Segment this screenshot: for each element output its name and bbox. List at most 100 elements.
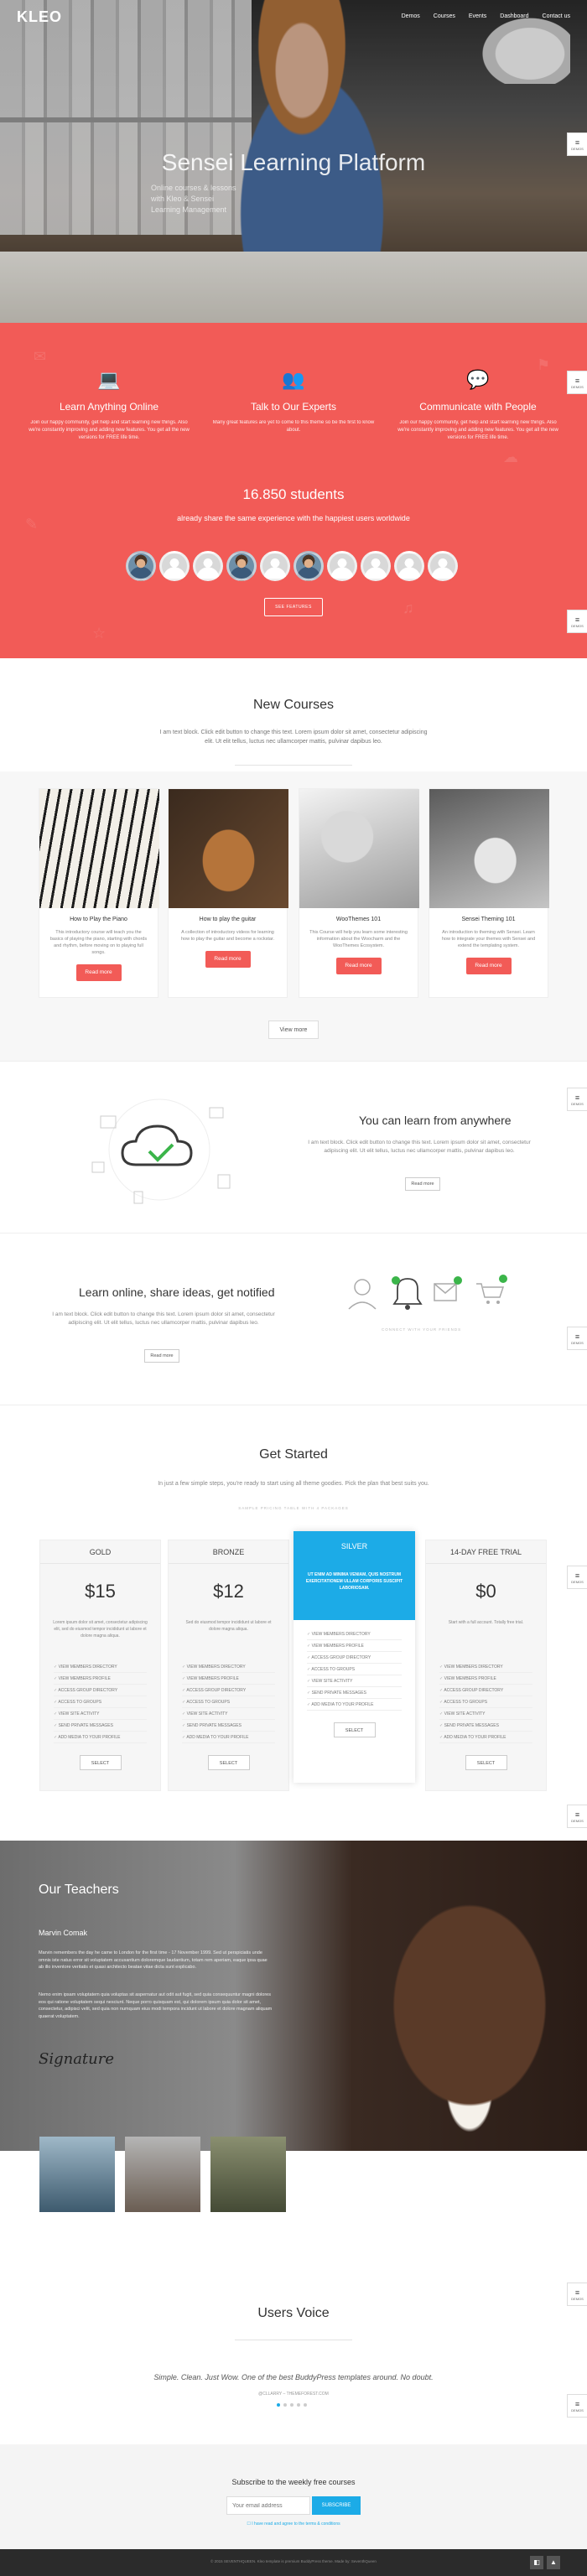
read-more-button[interactable]: Read more xyxy=(75,964,122,981)
widget-label: DEMOS xyxy=(571,623,584,628)
plan-feature: SEND PRIVATE MESSAGES xyxy=(182,1720,275,1732)
scroll-top-button[interactable]: ▲ xyxy=(547,2556,560,2569)
teacher-thumb[interactable] xyxy=(210,2137,286,2212)
read-more-button[interactable]: Read more xyxy=(465,958,512,974)
plan-feature: VIEW MEMBERS PROFILE xyxy=(307,1640,402,1652)
plan-feature: SEND PRIVATE MESSAGES xyxy=(54,1720,147,1732)
select-button[interactable]: SELECT xyxy=(79,1755,122,1770)
testimonial-dots xyxy=(277,2403,307,2407)
hero-subtitle-line: Online courses & lessons xyxy=(151,184,236,192)
hero-subtitle-line: Learning Management xyxy=(151,205,227,214)
slider-dot[interactable] xyxy=(283,2403,287,2407)
share-section: Learn online, share ideas, get notified … xyxy=(0,1233,587,1405)
avatar[interactable] xyxy=(193,551,223,581)
decor-icon: ♫ xyxy=(403,600,414,616)
pricing-caption: SAMPLE PRICING TABLE WITH 4 PACKAGES xyxy=(238,1506,349,1510)
share-caption: CONNECT WITH YOUR FRIENDS xyxy=(382,1327,462,1332)
avatar[interactable] xyxy=(327,551,357,581)
plan-feature: ACCESS GROUP DIRECTORY xyxy=(307,1652,402,1664)
course-image-guitar[interactable] xyxy=(169,789,288,908)
course-card[interactable]: How to play the guitar A collection of i… xyxy=(168,788,288,998)
avatar[interactable] xyxy=(260,551,290,581)
hero-subtitle: Online courses & lessons with Kleo & Sen… xyxy=(151,183,236,216)
slider-dot[interactable] xyxy=(290,2403,294,2407)
nav-item-demos[interactable]: Demos xyxy=(402,13,420,19)
avatar[interactable] xyxy=(126,551,156,581)
nav-item-courses[interactable]: Courses xyxy=(434,13,455,19)
teacher-thumb[interactable] xyxy=(125,2137,200,2212)
avatar[interactable] xyxy=(294,551,324,581)
feature-text: Join our happy community, get help and s… xyxy=(397,420,558,440)
feature-title: Talk to Our Experts xyxy=(250,401,337,413)
terms-checkbox-label[interactable]: ☐ I have read and agree to the terms & c… xyxy=(0,2521,587,2527)
course-image-woothemes[interactable] xyxy=(299,789,419,908)
plan-feature: ACCESS TO GROUPS xyxy=(182,1696,275,1708)
avatar[interactable] xyxy=(394,551,424,581)
demos-widget[interactable]: ≡DEMOS xyxy=(567,2394,587,2418)
demos-widget[interactable]: ≡DEMOS xyxy=(567,371,587,394)
share-read-more-button[interactable]: Read more xyxy=(144,1349,179,1363)
footer: © 2015 SEVENTHQUEEN. Kleo template is pr… xyxy=(0,2549,587,2576)
course-title[interactable]: How to play the guitar xyxy=(169,917,287,922)
plan-feature: ACCESS GROUP DIRECTORY xyxy=(54,1685,147,1696)
demos-widget[interactable]: ≡DEMOS xyxy=(567,610,587,633)
plan-features: VIEW MEMBERS DIRECTORY VIEW MEMBERS PROF… xyxy=(54,1661,147,1743)
anywhere-section: You can learn from anywhere I am text bl… xyxy=(0,1061,587,1233)
course-title[interactable]: WooThemes 101 xyxy=(299,917,418,922)
course-image-piano[interactable] xyxy=(39,789,159,908)
nav-item-contact[interactable]: Contact us xyxy=(543,13,570,19)
teacher-name: Marvin Comak xyxy=(39,1929,88,1937)
avatar[interactable] xyxy=(361,551,391,581)
plan-features: VIEW MEMBERS DIRECTORY VIEW MEMBERS PROF… xyxy=(182,1661,275,1743)
plan-feature: VIEW SITE ACTIVITY xyxy=(54,1708,147,1720)
decor-icon: ☆ xyxy=(92,625,106,641)
plan-gold: GOLD $15 Lorem ipsum dolor sit amet, con… xyxy=(39,1540,161,1791)
avatar[interactable] xyxy=(226,551,257,581)
chat-button[interactable]: ◧ xyxy=(530,2556,543,2569)
teacher-signature: Signature xyxy=(39,2050,115,2068)
slider-dot[interactable] xyxy=(297,2403,300,2407)
plan-desc: Lorem ipsum dolor sit amet, consectetur … xyxy=(53,1620,148,1639)
see-features-button[interactable]: SEE FEATURES xyxy=(264,598,323,616)
course-text: This Course will help you learn some int… xyxy=(309,930,408,948)
courses-title: New Courses xyxy=(252,698,335,712)
slider-dot[interactable] xyxy=(277,2403,280,2407)
select-button[interactable]: SELECT xyxy=(333,1722,376,1737)
course-card[interactable]: Sensei Theming 101 An introduction to th… xyxy=(429,788,549,998)
teacher-portrait xyxy=(319,1841,587,2151)
slider-dot[interactable] xyxy=(304,2403,307,2407)
subscribe-button[interactable]: SUBSCRIBE xyxy=(312,2496,361,2515)
teacher-thumb[interactable] xyxy=(39,2137,115,2212)
select-button[interactable]: SELECT xyxy=(465,1755,507,1770)
view-more-button[interactable]: View more xyxy=(268,1021,319,1039)
students-subtitle: already share the same experience with t… xyxy=(177,514,410,522)
feature-text: Many great features are yet to come to t… xyxy=(212,420,375,433)
course-image-sensei[interactable] xyxy=(429,789,549,908)
nav-item-dashboard[interactable]: Dashboard xyxy=(500,13,528,19)
select-button[interactable]: SELECT xyxy=(207,1755,250,1770)
demos-widget[interactable]: ≡DEMOS xyxy=(567,132,587,156)
course-title[interactable]: Sensei Theming 101 xyxy=(429,917,548,922)
course-card[interactable]: How to Play the Piano This introductory … xyxy=(39,788,159,998)
layers-icon: ≡ xyxy=(574,615,580,624)
demos-widget[interactable]: ≡DEMOS xyxy=(567,2283,587,2306)
anywhere-read-more-button[interactable]: Read more xyxy=(405,1177,440,1191)
feature-experts: 👥 Talk to Our Experts Many great feature… xyxy=(201,369,386,434)
read-more-button[interactable]: Read more xyxy=(205,951,251,968)
cloud-devices-illustration xyxy=(91,1098,231,1204)
read-more-button[interactable]: Read more xyxy=(335,958,382,974)
nav-item-events[interactable]: Events xyxy=(469,13,486,19)
avatar[interactable] xyxy=(159,551,190,581)
terms-text: I have read and agree to the terms & con… xyxy=(252,2521,340,2527)
course-card[interactable]: WooThemes 101 This Course will help you … xyxy=(299,788,419,998)
testimonial-quote: Simple. Clean. Just Wow. One of the best… xyxy=(153,2373,434,2381)
plan-features: VIEW MEMBERS DIRECTORY VIEW MEMBERS PROF… xyxy=(439,1661,532,1743)
site-logo[interactable]: KLEO xyxy=(17,8,62,26)
avatar[interactable] xyxy=(428,551,458,581)
features-section: ✉ ☁ ✎ ♫ ☆ ⚑ 💻 Learn Anything Online Join… xyxy=(0,323,587,658)
course-title[interactable]: How to Play the Piano xyxy=(39,917,158,922)
email-input[interactable] xyxy=(226,2496,310,2515)
plan-price: $12 xyxy=(213,1581,244,1602)
share-text: I am text block. Click edit button to ch… xyxy=(52,1311,275,1326)
pricing-title: Get Started xyxy=(259,1447,328,1462)
